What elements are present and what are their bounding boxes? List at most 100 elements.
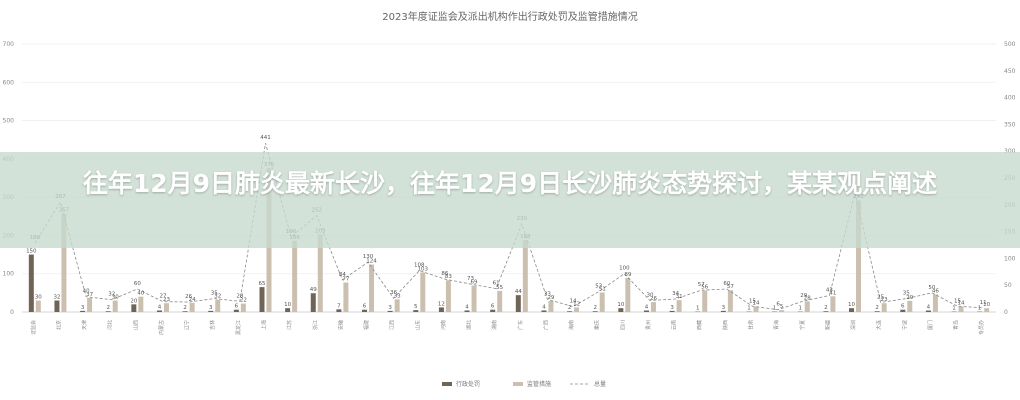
data-label-total: 441 [260, 135, 271, 141]
category-label: 内蒙古 [158, 320, 165, 335]
bar-series2 [753, 306, 759, 312]
data-label-series1: 4 [927, 304, 931, 310]
y2-tick-label: 400 [1004, 95, 1016, 102]
category-label: 重庆 [594, 320, 601, 330]
data-label-total: 35 [903, 291, 910, 297]
bar-series2 [292, 240, 298, 312]
y-tick-label: 100 [3, 271, 15, 278]
bar-series2 [35, 300, 41, 312]
bar-series2 [625, 277, 631, 312]
data-label-series1: 2 [824, 305, 828, 311]
bar-series1 [387, 310, 393, 312]
category-label: 天津 [81, 320, 88, 330]
data-label-series1: 65 [259, 281, 266, 287]
category-label: 青岛 [953, 320, 960, 330]
data-label-series1: 20 [130, 298, 137, 304]
data-label-total: 6 [776, 302, 780, 308]
bar-series1 [592, 311, 598, 312]
bar-series2 [932, 294, 938, 312]
bar-series2 [727, 290, 733, 312]
category-label: 陕西 [722, 320, 729, 330]
legend: 行政处罚 监管措施 总量 [442, 380, 606, 388]
category-label: 广东 [517, 320, 524, 330]
bar-series1 [720, 310, 726, 312]
bar-series2 [676, 300, 682, 312]
data-label-series1: 150 [26, 249, 37, 255]
data-label-series1: 6 [901, 304, 905, 310]
data-label-series1: 1 [952, 306, 956, 312]
data-label-total: 30 [646, 293, 653, 299]
data-label-series1: 1 [978, 306, 982, 312]
category-label: 吉林 [209, 320, 216, 330]
bar-series2 [343, 282, 349, 312]
category-label: 湖南 [491, 320, 498, 330]
category-label: 专员办 [978, 320, 985, 335]
data-label-series1: 10 [284, 302, 291, 308]
legend-label: 总量 [594, 380, 606, 388]
bar-series2 [830, 296, 836, 312]
data-label-total: 57 [698, 282, 705, 288]
headline: 往年12月9日肺炎最新长沙，往年12月9日长沙肺炎态势探讨，某某观点阐述 [82, 169, 938, 198]
legend-swatch-series1 [442, 382, 452, 386]
bar-series1 [259, 287, 265, 312]
data-label-series1: 2 [568, 305, 572, 311]
data-label-total: 34 [672, 291, 679, 297]
bar-series2 [369, 264, 375, 312]
category-label: 海南 [568, 320, 575, 330]
bar-series1 [541, 310, 547, 312]
data-label-series1: 12 [438, 301, 445, 307]
bar-series1 [28, 254, 34, 312]
category-label: 北京 [55, 320, 62, 330]
category-label: 宁波 [901, 320, 908, 330]
y-tick-label: 0 [10, 309, 14, 316]
data-label-total: 40 [83, 289, 90, 295]
category-label: 江苏 [286, 320, 293, 330]
data-label-total: 14 [570, 299, 577, 305]
category-label: 山西 [132, 320, 139, 330]
data-label-total: 28 [236, 293, 243, 299]
y-tick-label: 600 [3, 79, 15, 86]
data-label-series2: 40 [137, 291, 144, 297]
category-label: 证监会 [30, 320, 37, 335]
category-label: 深圳 [850, 320, 857, 330]
y2-tick-label: 100 [1004, 255, 1016, 262]
data-label-series1: 2 [593, 305, 597, 311]
category-labels: 证监会 北京 天津 河北 山西 内蒙古 辽宁 吉林 黑龙江 上海 江苏 浙江 安徽 福建 江西 山东 河南 湖北 湖… [30, 320, 985, 335]
category-label: 大连 [876, 320, 883, 330]
bar-series2 [984, 308, 990, 312]
bar-series2 [522, 240, 528, 312]
data-label-series1: 1 [696, 306, 700, 312]
bar-series2 [87, 297, 93, 312]
data-label-series1: 1 [747, 306, 751, 312]
bar-series2 [215, 299, 221, 312]
data-label-total: 25 [877, 294, 884, 300]
data-label-total: 84 [339, 272, 346, 278]
chart-title: 2023年度证监会及派出机构作出行政处罚及监管措施情况 [382, 10, 637, 23]
data-label-total: 108 [414, 263, 425, 269]
data-label-total: 73 [467, 276, 474, 282]
category-label: 新疆 [824, 320, 831, 330]
data-label-series1: 4 [542, 304, 546, 310]
data-label-series1: 3 [209, 305, 213, 311]
legend-label: 监管措施 [527, 380, 551, 388]
category-label: 广西 [542, 320, 549, 330]
bar-series2 [394, 299, 400, 312]
data-label-series1: 3 [670, 305, 674, 311]
data-label-series1: 6 [363, 304, 367, 310]
data-label-total: 36 [390, 290, 397, 296]
bar-series1 [208, 310, 214, 312]
bar-series2 [574, 307, 580, 312]
data-label-total: 43 [826, 288, 833, 294]
data-label-series1: 4 [645, 304, 649, 310]
data-label-series1: 10 [617, 302, 624, 308]
data-label-total: 15 [954, 298, 961, 304]
data-label-series1: 10 [848, 302, 855, 308]
data-label-total: 33 [544, 291, 551, 297]
bar-series1 [823, 311, 829, 312]
bar-series1 [80, 310, 86, 312]
data-label-total: 60 [723, 281, 730, 287]
data-label-total: 130 [363, 254, 374, 260]
bar-series1 [567, 311, 573, 312]
category-label: 青海 [773, 320, 780, 330]
data-label-series2: 89 [624, 272, 631, 278]
